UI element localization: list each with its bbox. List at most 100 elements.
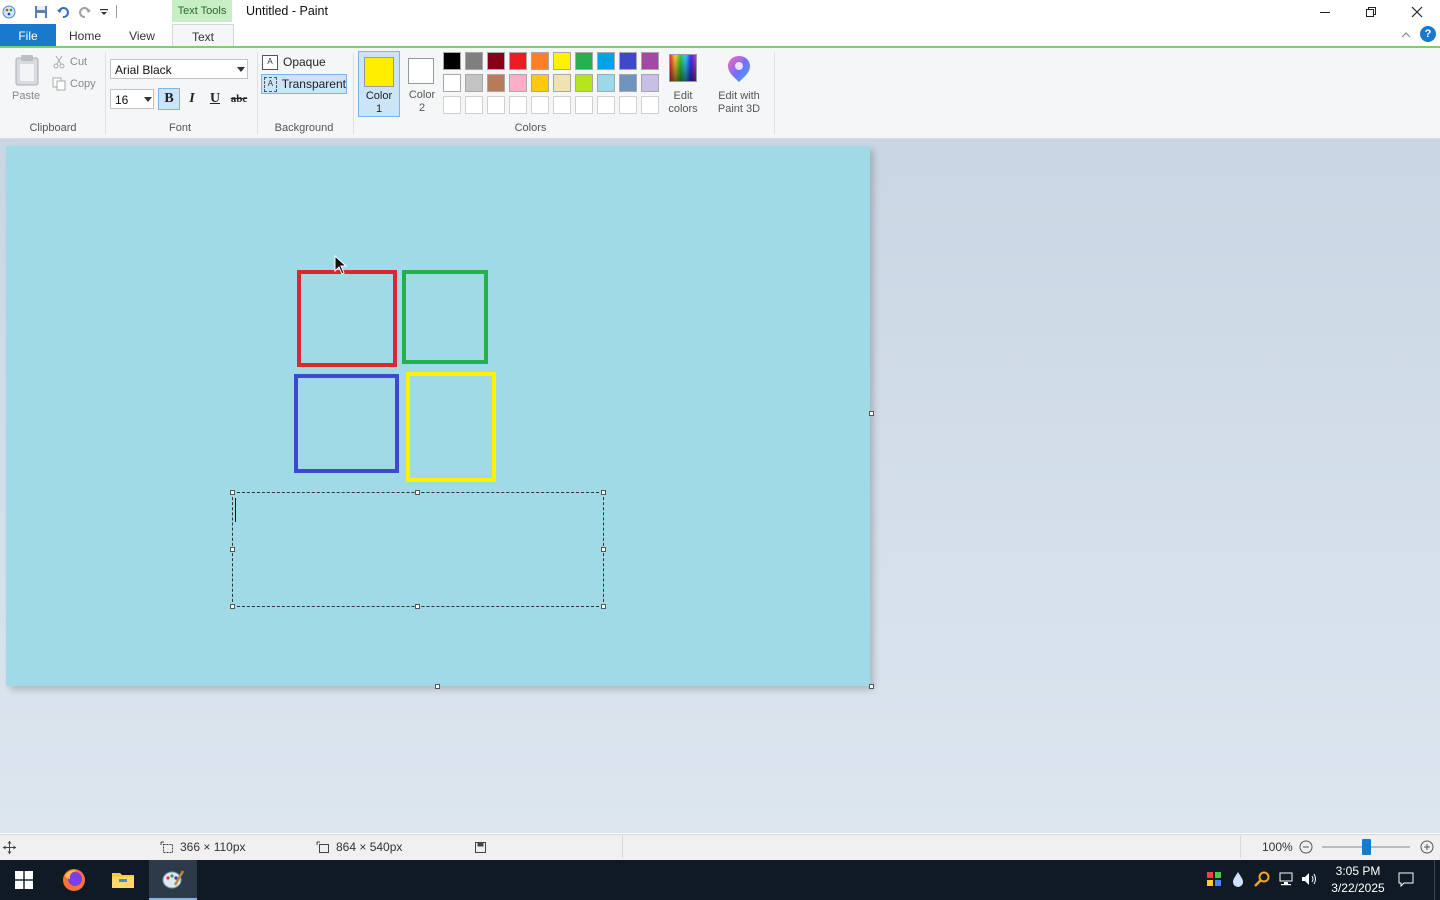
- color1-swatch: [364, 57, 394, 87]
- minimize-button[interactable]: [1302, 0, 1348, 24]
- custom-color-slot[interactable]: [553, 96, 571, 114]
- custom-color-slot[interactable]: [509, 96, 527, 114]
- paint3d-line2: Paint 3D: [717, 103, 761, 115]
- strikethrough-button[interactable]: abc: [228, 88, 250, 110]
- notifications-icon[interactable]: [1396, 868, 1416, 890]
- custom-color-slot[interactable]: [465, 96, 483, 114]
- canvas-resize-handle-corner[interactable]: [869, 684, 874, 689]
- transparent-button[interactable]: A Transparent: [261, 74, 347, 94]
- customize-quick-access-icon[interactable]: [95, 3, 113, 21]
- start-button[interactable]: [0, 860, 48, 900]
- close-icon: [1411, 6, 1423, 18]
- textbox-handle[interactable]: [230, 604, 235, 609]
- palette-swatch[interactable]: [619, 74, 637, 92]
- zoom-in-button[interactable]: [1419, 839, 1435, 855]
- clock-date: 3/22/2025: [1331, 881, 1385, 895]
- restore-button[interactable]: [1348, 0, 1394, 24]
- palette-swatch[interactable]: [575, 52, 593, 70]
- palette-swatch[interactable]: [575, 74, 593, 92]
- tab-view[interactable]: View: [122, 24, 162, 47]
- redo-icon[interactable]: [76, 3, 94, 21]
- palette-swatch[interactable]: [443, 52, 461, 70]
- taskbar-paint[interactable]: [149, 860, 197, 900]
- custom-color-slot[interactable]: [641, 96, 659, 114]
- paste-button[interactable]: Paste: [8, 54, 46, 104]
- custom-color-slot[interactable]: [619, 96, 637, 114]
- palette-swatch[interactable]: [487, 74, 505, 92]
- custom-color-slot[interactable]: [575, 96, 593, 114]
- canvas-resize-handle-bottom[interactable]: [435, 684, 440, 689]
- font-group-label: Font: [168, 122, 191, 134]
- tab-text[interactable]: Text: [172, 24, 234, 48]
- edit-with-paint3d-button[interactable]: Edit with Paint 3D: [708, 52, 770, 118]
- textbox-handle[interactable]: [230, 490, 235, 495]
- textbox-handle[interactable]: [601, 490, 606, 495]
- cut-button[interactable]: Cut: [52, 54, 102, 70]
- tab-file[interactable]: File: [0, 24, 56, 47]
- color1-button[interactable]: Color 1: [358, 51, 400, 117]
- tab-home[interactable]: Home: [64, 24, 106, 47]
- firefox-icon: [63, 869, 85, 891]
- text-box-selection[interactable]: [232, 492, 604, 607]
- color2-button[interactable]: Color 2: [402, 51, 442, 117]
- edit-colors-button[interactable]: Edit colors: [664, 52, 702, 118]
- palette-swatch[interactable]: [509, 74, 527, 92]
- undo-icon[interactable]: [54, 3, 72, 21]
- palette-swatch[interactable]: [465, 52, 483, 70]
- folder-icon: [112, 873, 134, 888]
- palette-swatch[interactable]: [641, 74, 659, 92]
- textbox-handle[interactable]: [230, 547, 235, 552]
- chevron-down-icon: [144, 97, 152, 102]
- palette-swatch[interactable]: [553, 74, 571, 92]
- palette-swatch[interactable]: [619, 52, 637, 70]
- status-divider: [1240, 836, 1241, 858]
- collapse-ribbon-icon[interactable]: [1398, 27, 1414, 43]
- palette-swatch[interactable]: [443, 74, 461, 92]
- palette-swatch[interactable]: [597, 74, 615, 92]
- palette-swatch[interactable]: [597, 52, 615, 70]
- taskbar-firefox[interactable]: [50, 860, 98, 900]
- underline-button[interactable]: U: [205, 88, 225, 110]
- textbox-handle[interactable]: [601, 604, 606, 609]
- paint-app-icon[interactable]: [0, 3, 18, 21]
- window-title: Untitled - Paint: [246, 4, 328, 18]
- opaque-button[interactable]: A Opaque: [262, 53, 346, 71]
- palette-swatch[interactable]: [641, 52, 659, 70]
- taskbar-clock[interactable]: 3:05 PM 3/22/2025: [1326, 863, 1390, 897]
- textbox-handle[interactable]: [601, 547, 606, 552]
- edit-colors-line2: colors: [668, 103, 698, 115]
- custom-color-slot[interactable]: [531, 96, 549, 114]
- taskbar-file-explorer[interactable]: [99, 860, 147, 900]
- help-icon[interactable]: ?: [1420, 26, 1436, 42]
- palette-swatch[interactable]: [465, 74, 483, 92]
- network-icon[interactable]: [1276, 868, 1296, 890]
- canvas-resize-handle-right[interactable]: [869, 411, 874, 416]
- textbox-handle[interactable]: [415, 490, 420, 495]
- custom-color-slot[interactable]: [597, 96, 615, 114]
- color2-label: Color 2: [402, 89, 442, 115]
- volume-icon[interactable]: [1300, 868, 1320, 890]
- taskbar: [0, 860, 1440, 900]
- palette-swatch[interactable]: [487, 52, 505, 70]
- palette-swatch[interactable]: [509, 52, 527, 70]
- palette-swatch[interactable]: [531, 74, 549, 92]
- show-desktop-button[interactable]: [1434, 860, 1440, 900]
- bold-button[interactable]: B: [158, 88, 180, 110]
- save-icon[interactable]: [32, 3, 50, 21]
- zoom-slider-thumb[interactable]: [1362, 839, 1371, 855]
- palette-swatch[interactable]: [531, 52, 549, 70]
- palette-swatch[interactable]: [553, 52, 571, 70]
- tray-search-icon[interactable]: [1252, 868, 1272, 890]
- custom-color-slot[interactable]: [487, 96, 505, 114]
- zoom-out-button[interactable]: [1298, 839, 1314, 855]
- font-size-select[interactable]: 16: [110, 89, 154, 109]
- close-button[interactable]: [1394, 0, 1440, 24]
- font-family-select[interactable]: Arial Black: [110, 59, 248, 79]
- italic-button[interactable]: I: [182, 88, 202, 110]
- group-divider: [774, 52, 775, 134]
- tray-drop-icon[interactable]: [1228, 868, 1248, 890]
- textbox-handle[interactable]: [415, 604, 420, 609]
- copy-button[interactable]: Copy: [52, 76, 102, 92]
- custom-color-slot[interactable]: [443, 96, 461, 114]
- tray-app-icon[interactable]: [1204, 868, 1224, 890]
